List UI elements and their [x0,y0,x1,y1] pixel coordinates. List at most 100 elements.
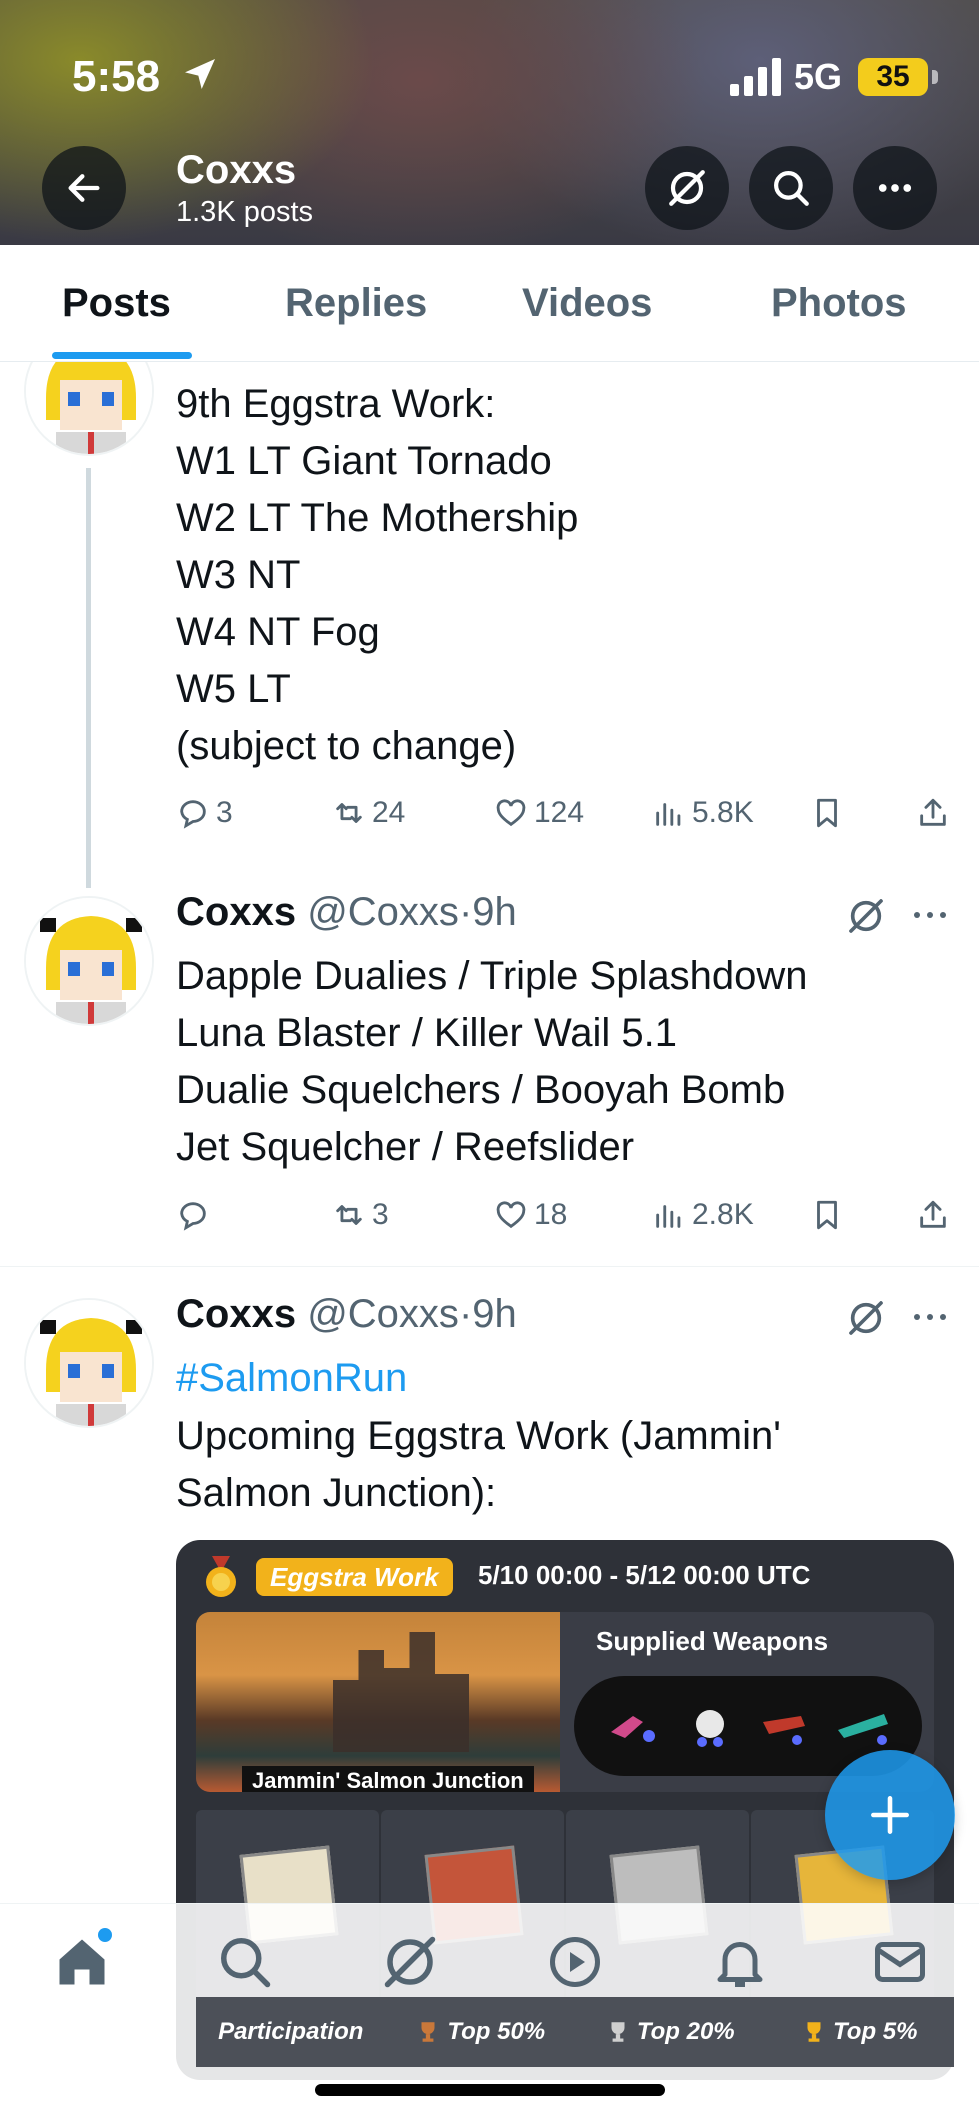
grok-icon[interactable] [846,1298,886,1338]
video-play-icon[interactable] [545,1932,605,1992]
dapple-dualies-icon [610,1716,655,1742]
heart-icon [496,799,526,827]
search-icon[interactable] [215,1932,275,1992]
notification-dot [98,1928,112,1942]
views-button[interactable]: 2.8K [652,1198,754,1232]
supplied-weapons-title: Supplied Weapons [596,1626,829,1656]
more-options-button[interactable] [853,146,937,230]
reward-label-text: Participation [218,2018,364,2045]
bookmark-icon [817,798,837,828]
author-handle[interactable]: @Coxxs [307,890,459,934]
repost-icon [336,803,362,823]
network-type: 5G [794,56,843,97]
active-tab-indicator [52,352,192,359]
repost-icon [336,1205,362,1225]
plus-icon [871,1796,909,1834]
tweet-author-row: Coxxs @Coxxs·9h [176,890,517,935]
medal-icon [206,1556,236,1597]
share-icon [920,1200,946,1228]
status-time: 5:58 [72,52,161,101]
tweet-text: 9th Eggstra Work: W1 LT Giant Tornado W2… [176,382,579,768]
grok-icon[interactable] [846,896,886,936]
repost-count: 24 [372,796,406,829]
reward-label-top-5: Top 5% [764,1997,954,2067]
tweet-text: Dapple Dualies / Triple Splashdown Luna … [176,954,808,1169]
reward-tier-labels: Participation Top 50% Top 20% Top 5% [196,1997,954,2067]
bookmark-button[interactable] [810,1198,844,1232]
avatar[interactable] [24,1298,154,1428]
views-button[interactable]: 5.8K [652,796,754,830]
separator-dot: · [458,1292,473,1336]
author-name[interactable]: Coxxs [176,890,296,934]
tweet-author-row: Coxxs @Coxxs·9h [176,1292,517,1337]
views-chart-icon [656,803,681,826]
views-count: 2.8K [692,1198,754,1231]
tab-photos[interactable]: Photos [771,281,907,326]
reward-label-text: Top 20% [636,2018,735,2045]
avatar-image [26,898,152,1024]
search-button[interactable] [749,146,833,230]
profile-tabs: Posts Replies Videos Photos [0,245,979,362]
tweet-text: Upcoming Eggstra Work (Jammin' Salmon Ju… [176,1414,781,1515]
reward-label-text: Top 50% [447,2018,546,2045]
more-dots-icon [878,184,912,192]
like-count: 18 [534,1198,568,1231]
bookmark-icon [817,1200,837,1230]
back-button[interactable] [42,146,126,230]
compose-post-button[interactable] [825,1750,955,1880]
tweet-time: 9h [472,1292,517,1336]
author-name[interactable]: Coxxs [176,1292,296,1336]
tab-replies[interactable]: Replies [285,281,427,326]
stage-structure [333,1632,469,1752]
separator-dot: · [458,890,473,934]
reward-label-top-20: Top 20% [575,1997,765,2067]
grok-icon[interactable] [380,1932,440,1992]
avatar[interactable] [24,896,154,1026]
avatar[interactable] [24,362,154,456]
tab-posts[interactable]: Posts [62,281,171,326]
reward-label-text: Top 5% [833,2018,918,2045]
home-indicator-bar [315,2084,665,2096]
repost-button[interactable]: 24 [332,796,405,830]
reply-count: 3 [216,796,233,829]
notifications-bell-icon[interactable] [710,1932,770,1992]
author-handle[interactable]: @Coxxs [307,1292,459,1336]
reward-label-participation: Participation [196,1997,386,2067]
battery-indicator: 35 [858,58,928,96]
more-dots-icon[interactable] [912,1306,948,1328]
share-icon [920,798,946,826]
schedule-date-range: 5/10 00:00 - 5/12 00:00 UTC [478,1560,811,1590]
messages-envelope-icon[interactable] [870,1932,930,1992]
profile-post-count: 1.3K posts [176,196,314,228]
reply-icon [180,800,206,829]
back-arrow-icon [68,174,100,202]
trophy-gold-icon [807,2022,821,2042]
reply-button[interactable] [176,1198,216,1232]
jet-squelcher-icon [837,1714,888,1745]
tab-videos[interactable]: Videos [522,281,652,326]
tweet-divider [0,1266,979,1267]
like-button[interactable]: 18 [494,1198,567,1232]
profile-banner [0,0,979,245]
hashtag-link[interactable]: #SalmonRun [176,1350,407,1407]
share-button[interactable] [916,1198,950,1232]
views-count: 5.8K [692,796,754,829]
tweet-time: 9h [472,890,517,934]
grok-button[interactable] [645,146,729,230]
battery-tip [932,70,938,84]
avatar-image [26,362,152,454]
more-dots-icon[interactable] [912,904,948,926]
stage-image: Jammin' Salmon Junction [196,1612,560,1792]
repost-button[interactable]: 3 [332,1198,389,1232]
share-button[interactable] [916,796,950,830]
like-button[interactable]: 124 [494,796,584,830]
location-arrow-icon [185,59,215,89]
cellular-signal-icon [730,58,781,96]
trophy-bronze-icon [421,2022,435,2042]
eggstra-work-badge: Eggstra Work [256,1558,453,1596]
bookmark-button[interactable] [810,796,844,830]
avatar-image [26,1300,152,1426]
reply-button[interactable]: 3 [176,796,233,830]
like-count: 124 [534,796,585,829]
profile-name: Coxxs [176,148,297,192]
